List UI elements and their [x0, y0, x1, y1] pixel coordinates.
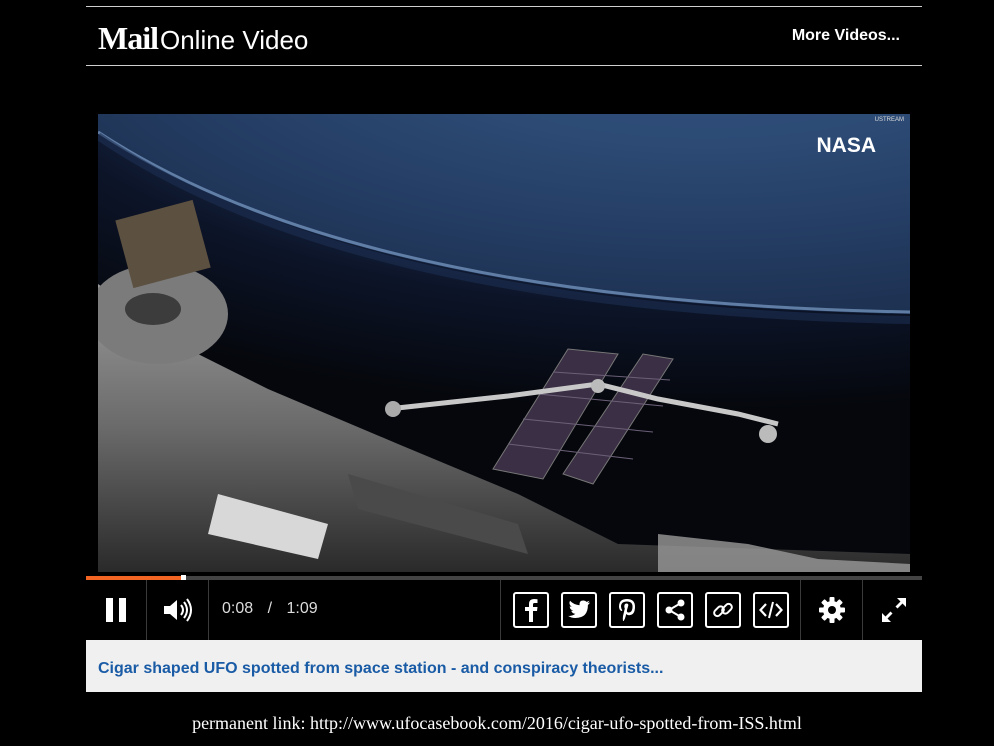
time-display: 0:08 / 1:09	[222, 600, 318, 618]
video-player: USTREAM NASA	[86, 66, 922, 578]
pinterest-icon	[619, 599, 635, 621]
share-icon	[665, 599, 685, 621]
embed-icon	[759, 601, 783, 619]
permanent-link-text: permanent link: http://www.ufocasebook.c…	[192, 713, 802, 733]
video-title-bar: Cigar shaped UFO spotted from space stat…	[86, 640, 922, 692]
header: Mail Online Video More Videos...	[86, 7, 922, 65]
mailonline-video-logo[interactable]: Mail Online Video	[98, 20, 308, 57]
duration: 1:09	[286, 600, 318, 617]
twitter-icon	[568, 600, 590, 618]
iss-scene-illustration	[98, 114, 910, 572]
divider	[146, 580, 147, 640]
settings-button[interactable]	[810, 580, 854, 640]
divider	[862, 580, 863, 640]
fullscreen-button[interactable]	[872, 580, 916, 640]
current-time: 0:08	[222, 600, 254, 617]
video-title-link[interactable]: Cigar shaped UFO spotted from space stat…	[98, 660, 663, 678]
fullscreen-icon	[882, 598, 906, 622]
divider	[208, 580, 209, 640]
divider	[500, 580, 501, 640]
volume-icon	[164, 598, 192, 622]
logo-online-video: Online Video	[159, 25, 309, 55]
settings-icon	[819, 597, 845, 623]
ustream-watermark: USTREAM	[874, 117, 904, 123]
share-button[interactable]	[657, 592, 693, 628]
pause-button[interactable]	[96, 580, 136, 640]
more-videos-link[interactable]: More Videos...	[792, 27, 900, 45]
embed-button[interactable]	[753, 592, 789, 628]
pinterest-share-button[interactable]	[609, 592, 645, 628]
control-bar: 0:08 / 1:09	[86, 580, 922, 640]
volume-button[interactable]	[154, 580, 202, 640]
pause-icon	[106, 598, 126, 622]
divider	[800, 580, 801, 640]
video-frame[interactable]: USTREAM NASA	[98, 114, 910, 572]
twitter-share-button[interactable]	[561, 592, 597, 628]
link-icon	[713, 602, 733, 618]
copy-link-button[interactable]	[705, 592, 741, 628]
facebook-icon	[525, 599, 538, 622]
nasa-watermark: NASA	[816, 134, 876, 157]
facebook-share-button[interactable]	[513, 592, 549, 628]
time-separator: /	[267, 600, 273, 617]
logo-mail: Mail	[98, 20, 159, 56]
